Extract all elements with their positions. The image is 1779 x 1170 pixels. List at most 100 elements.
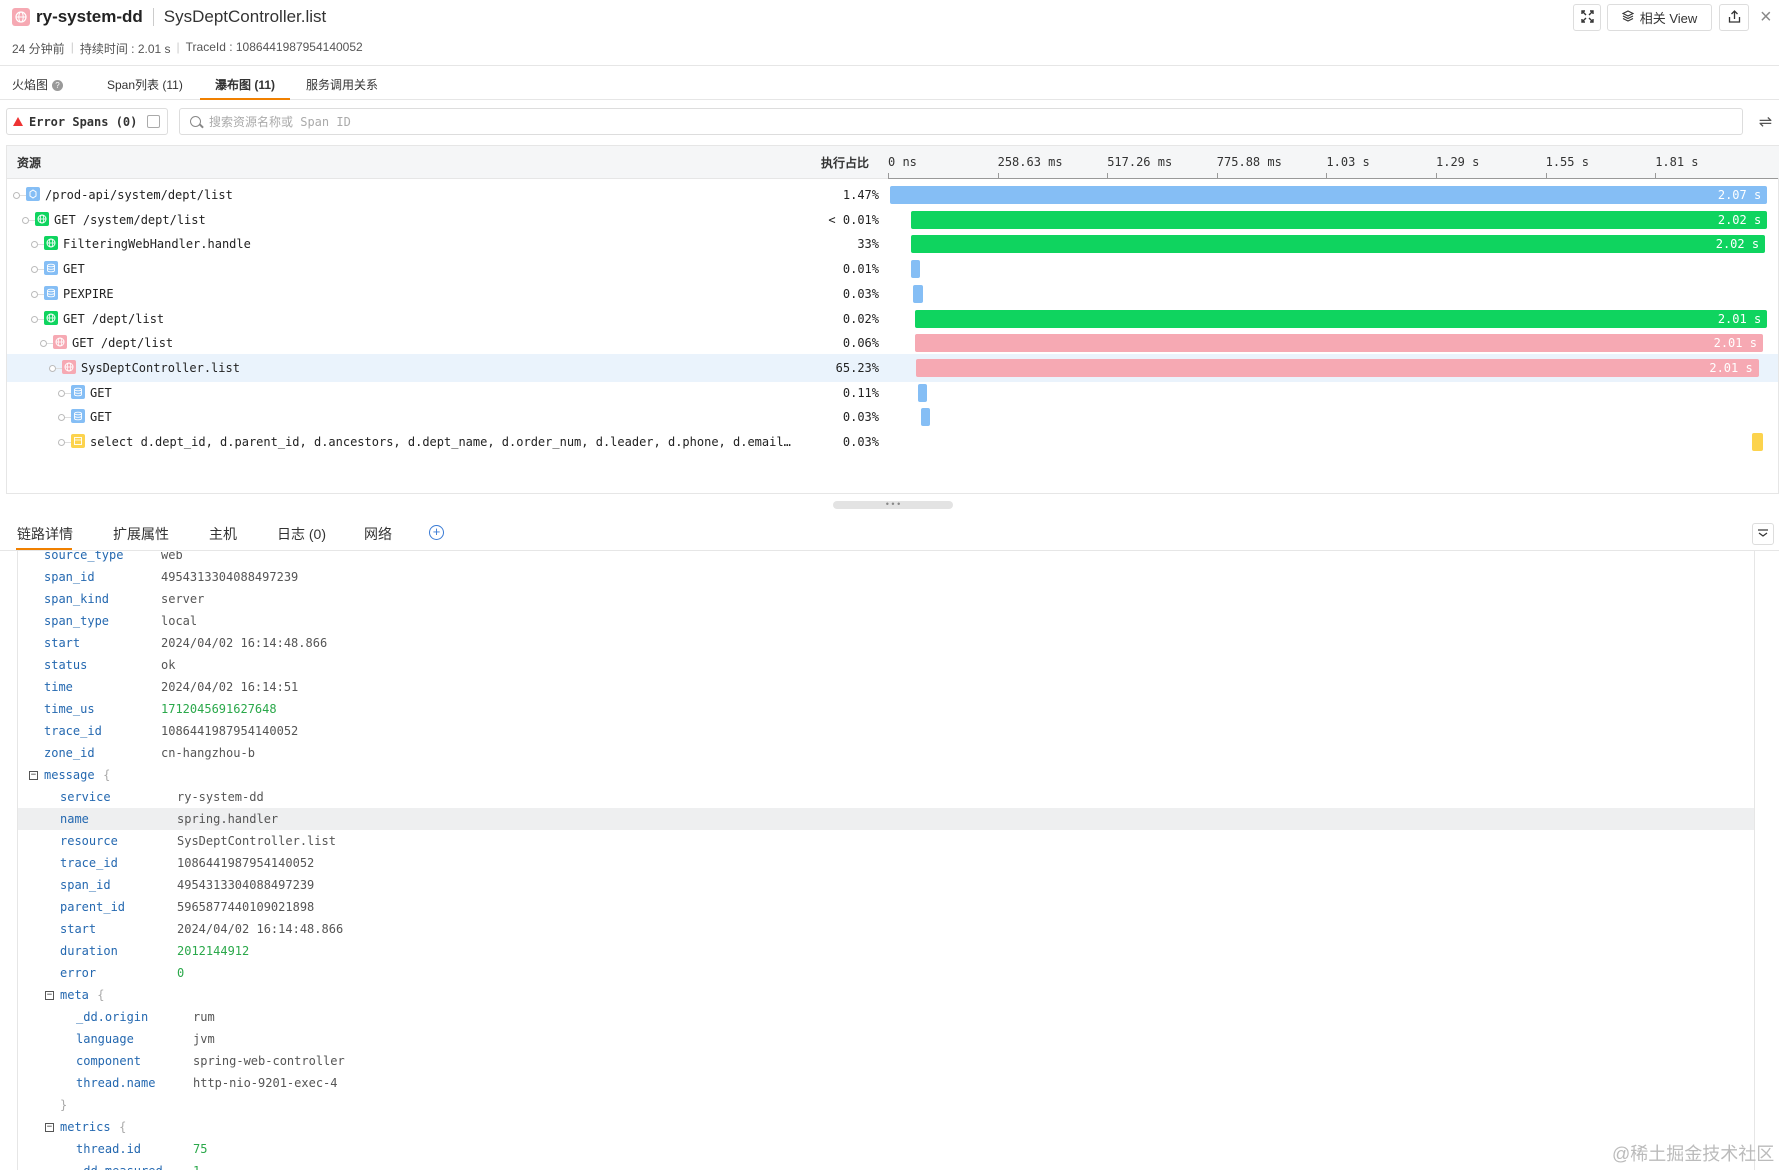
collapse-toggle-icon[interactable]: − [45,991,54,1000]
globe-icon [12,8,30,26]
span-name: GET /system/dept/list [54,212,206,227]
tree-node[interactable] [58,414,65,422]
span-duration-bar[interactable] [920,408,930,427]
tree-node[interactable] [58,389,65,397]
detail-value: 75 [193,1142,208,1156]
db-icon [71,384,85,399]
collapse-toggle-icon[interactable]: − [45,1123,54,1132]
tab-network[interactable]: 网络 [364,524,392,544]
db-icon [44,285,58,300]
span-duration-bar[interactable]: 2.02 s [911,210,1768,229]
detail-row: } [18,1094,1754,1116]
share-button[interactable] [1719,4,1749,31]
tab-logs[interactable]: 日志 (0) [277,524,326,544]
detail-row: duration 2012144912 [18,940,1754,962]
close-icon[interactable]: × [1760,6,1772,29]
help-icon[interactable]: ? [52,80,64,92]
detail-value: 2012144912 [177,944,250,958]
search-input[interactable] [209,114,1109,129]
tab-trace-detail[interactable]: 链路详情 [17,524,73,544]
tree-node[interactable] [13,192,20,199]
detail-value: 2024/04/02 16:14:48.866 [177,922,344,936]
trace-id-text: TraceId : 1086441987954140052 [185,40,363,54]
detail-key: thread.id [76,1142,142,1156]
tab-extended-attrs[interactable]: 扩展属性 [113,524,169,544]
tab-host[interactable]: 主机 [209,524,237,544]
span-name: GET [63,262,85,277]
span-exec-pct: 0.02% [842,311,879,326]
detail-key: time [44,680,73,694]
tree-node[interactable] [58,439,65,446]
detail-value: http-nio-9201-exec-4 [193,1076,338,1090]
span-duration-bar[interactable]: 2.01 s [916,358,1759,377]
error-spans-filter[interactable]: Error Spans (0) [6,108,168,135]
span-name: GET [90,410,112,425]
tree-node[interactable] [31,290,38,298]
span-duration-bar[interactable]: 2.01 s [915,309,1768,328]
detail-row: trace_id 1086441987954140052 [18,852,1754,874]
tab-span-list[interactable]: Span列表 (11) [107,76,183,93]
detail-row: span_id 4954313304088497239 [18,874,1754,896]
detail-key: _dd.measured [76,1164,163,1170]
tree-node[interactable] [49,364,56,372]
panel-resize-handle[interactable]: • • • [833,500,953,509]
axis-tick-label: 0 ns [888,155,917,169]
tab-waterfall[interactable]: 瀑布图 (11) [215,76,275,93]
add-tab-icon[interactable]: + [429,525,444,540]
span-name: GET /dept/list [72,336,174,351]
detail-value: ry-system-dd [177,790,264,804]
span-exec-pct: 0.06% [842,336,879,351]
error-spans-checkbox[interactable] [147,115,161,128]
collapse-toggle-icon[interactable]: − [29,771,38,780]
span-duration-bar[interactable]: 2.02 s [911,235,1766,254]
span-row[interactable]: select d.dept_id, d.parent_id, d.ancesto… [7,428,1778,456]
span-name: GET /dept/list [63,311,165,326]
span-exec-pct: 1.47% [842,188,879,202]
tree-node[interactable] [31,315,38,323]
close-brace: } [60,1098,68,1112]
span-name: SysDeptController.list [81,360,240,375]
detail-key: meta [60,988,89,1002]
tree-node[interactable] [22,216,29,224]
tree-node[interactable] [31,241,38,249]
span-exec-pct: 0.03% [842,410,879,425]
detail-key: language [76,1032,134,1046]
detail-row: resource SysDeptController.list [18,830,1754,852]
span-exec-pct: 0.03% [842,286,879,301]
tree-node[interactable] [40,340,47,348]
span-duration-bar[interactable] [1752,433,1763,451]
related-view-button[interactable]: 相关 View [1607,4,1712,31]
detail-row: language jvm [18,1028,1754,1050]
title-divider [152,8,154,26]
span-duration-label: 2.01 s [1717,311,1762,326]
fullscreen-button[interactable] [1573,4,1601,31]
collapse-icon[interactable] [1752,523,1774,545]
axis-tick-label: 1.55 s [1545,155,1589,169]
span-duration-bar[interactable] [913,284,924,303]
tab-service-map[interactable]: 服务调用关系 [306,76,378,93]
detail-value: 1 [193,1164,200,1170]
swap-icon[interactable]: ⇌ [1752,108,1779,135]
detail-row: time 2024/04/02 16:14:51 [18,676,1754,698]
globe-icon [44,310,58,325]
open-brace: { [103,768,111,782]
detail-key: time_us [44,702,95,716]
detail-row: service ry-system-dd [18,786,1754,808]
span-duration-bar[interactable]: 2.07 s [890,186,1768,204]
search-icon [190,116,201,127]
tree-node[interactable] [31,266,38,274]
detail-row: start 2024/04/02 16:14:48.866 [18,918,1754,940]
detail-value: local [161,614,198,628]
span-duration-bar[interactable] [917,383,928,402]
waterfall-panel: 资源 执行占比 0 ns 258.63 ms 517.26 ms 775.88 ms 1… [6,145,1779,494]
detail-key: error [60,966,97,980]
warning-icon [13,117,23,126]
service-name: ry-system-dd [36,7,143,26]
detail-value: 1712045691627648 [161,702,277,716]
tab-flame[interactable]: 火焰图? [12,76,64,93]
span-duration-bar[interactable] [911,260,920,279]
detail-value: SysDeptController.list [177,834,336,848]
span-duration-bar[interactable]: 2.01 s [915,334,1763,353]
detail-row: thread.name http-nio-9201-exec-4 [18,1072,1754,1094]
error-spans-label: Error Spans (0) [29,114,138,129]
